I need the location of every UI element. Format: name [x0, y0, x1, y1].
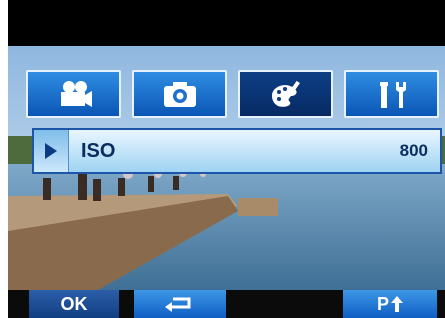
- page-up-button[interactable]: P: [343, 290, 437, 318]
- back-button[interactable]: [134, 290, 226, 318]
- tab-photo[interactable]: [132, 70, 227, 118]
- tab-effects[interactable]: [238, 70, 333, 118]
- ok-label: OK: [60, 293, 88, 314]
- camera-menu-screen: ISO 800 OK P: [8, 0, 445, 318]
- setting-value: 800: [399, 141, 428, 160]
- movie-camera-icon: [60, 81, 92, 107]
- tab-movie[interactable]: [26, 70, 121, 118]
- iso-setting-row[interactable]: ISO 800: [32, 128, 442, 174]
- play-arrow-icon: [34, 130, 69, 172]
- setting-label: ISO: [81, 139, 116, 162]
- palette-brush-icon: [271, 80, 300, 107]
- up-arrow-icon: [391, 296, 403, 312]
- return-arrow-icon: [165, 297, 191, 312]
- top-black-bar: [8, 0, 445, 46]
- tab-setup[interactable]: [344, 70, 439, 118]
- wrench-screwdriver-icon: [379, 82, 406, 108]
- ok-button[interactable]: OK: [29, 290, 119, 318]
- camera-icon: [163, 82, 196, 107]
- page-label: P: [376, 293, 389, 314]
